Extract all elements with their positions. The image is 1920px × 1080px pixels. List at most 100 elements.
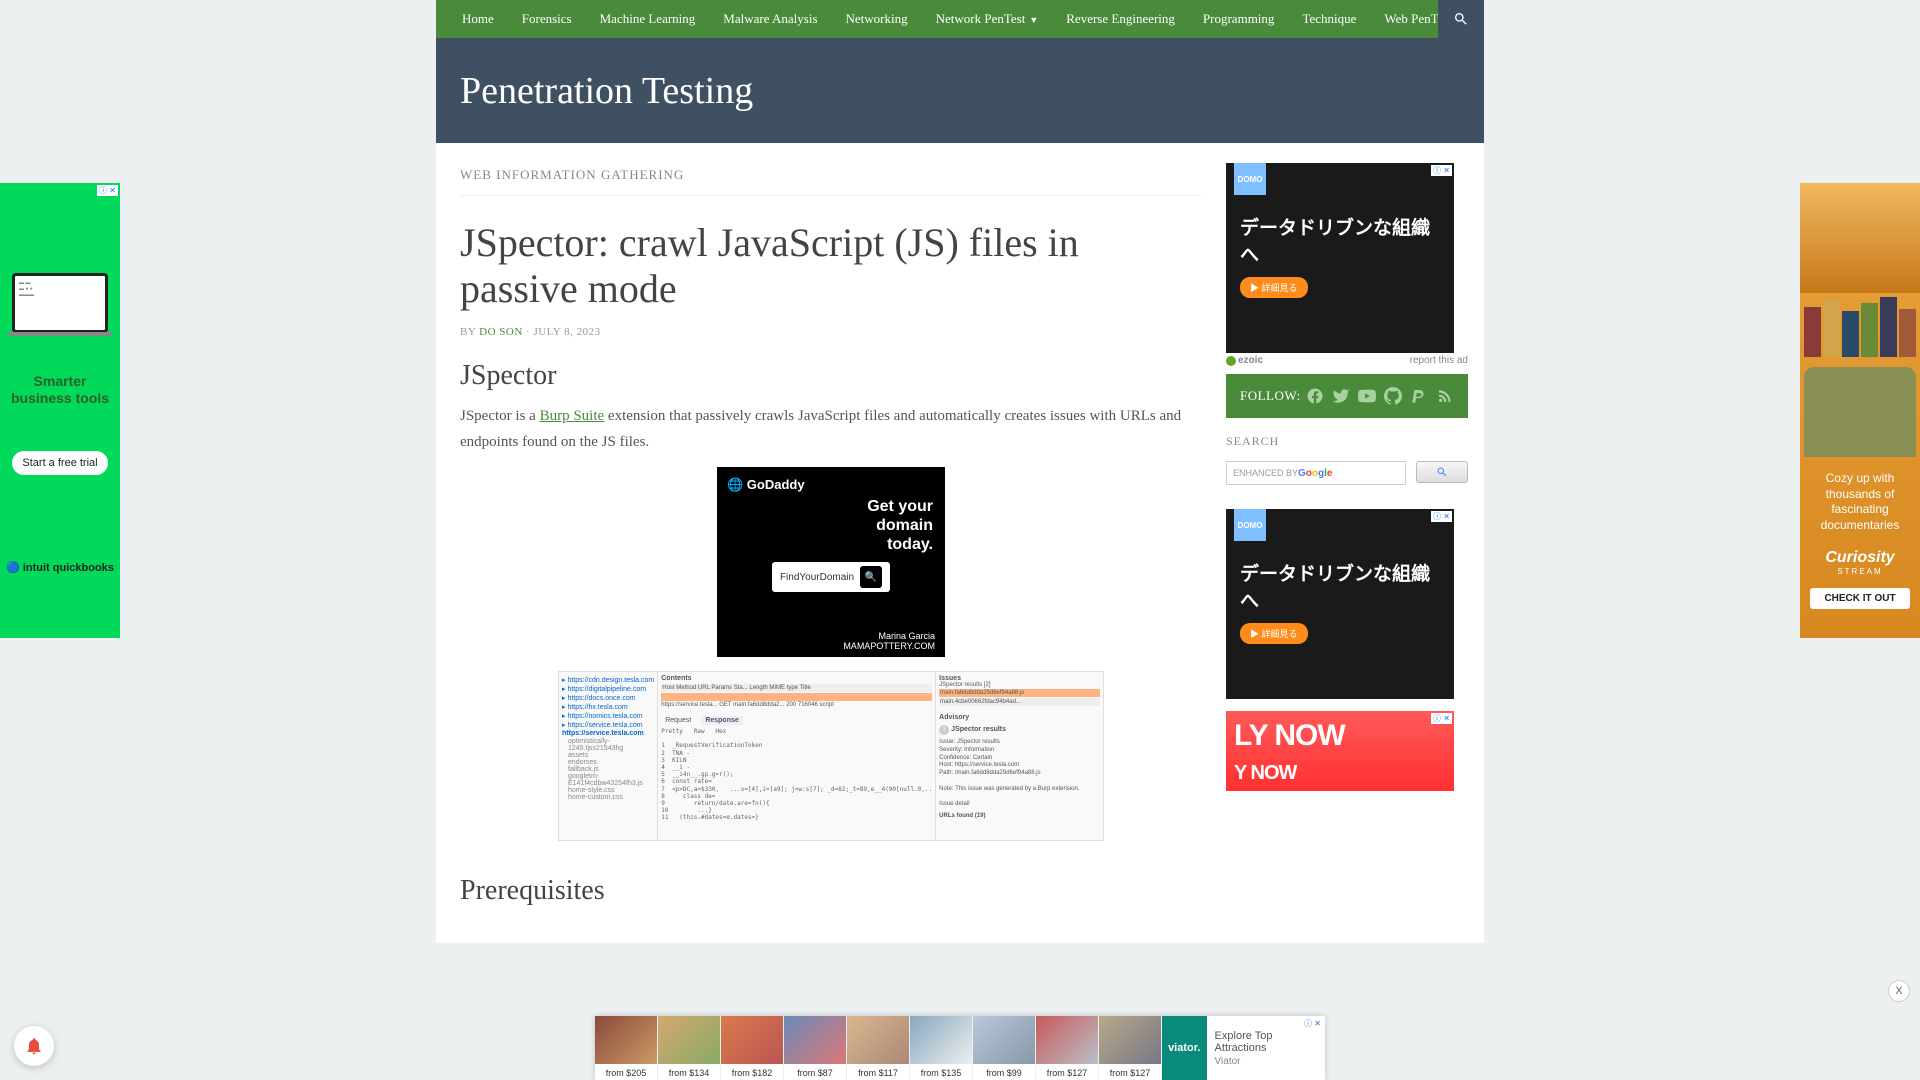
github-icon[interactable] (1384, 387, 1402, 405)
sidebar: ⓘ ✕ DOMO データドリブンな組織へ ▶ 詳細見る ezoic report… (1226, 143, 1484, 943)
adchoice-icon[interactable]: ⓘ ✕ (1431, 713, 1452, 724)
adchoice-icon[interactable]: ⓘ ✕ (1431, 165, 1452, 176)
report-ad-link[interactable]: report this ad (1410, 355, 1468, 366)
ad-godaddy-name: Marina GarciaMAMAPOTTERY.COM (843, 631, 935, 651)
article-screenshot: ▸ https://cdn.design.tesla.com▸ https://… (558, 671, 1104, 841)
ad-right-cta[interactable]: CHECK IT OUT (1810, 588, 1909, 609)
ad-thumb[interactable]: from $135 (910, 1016, 973, 1080)
site-header: Penetration Testing (436, 38, 1484, 143)
ad-godaddy-brand: 🌐 GoDaddy (727, 477, 805, 493)
ad-left-brand: 🔵 intuit quickbooks (0, 561, 120, 574)
nav-item-machine-learning[interactable]: Machine Learning (586, 1, 710, 37)
nav-item-forensics[interactable]: Forensics (508, 1, 586, 37)
ad-thumb-price: from $127 (1036, 1066, 1098, 1080)
article-date: JULY 8, 2023 (533, 326, 600, 338)
nav-item-malware-analysis[interactable]: Malware Analysis (709, 1, 831, 37)
ad-shelf-image (1800, 183, 1920, 293)
ad-thumb[interactable]: from $127 (1036, 1016, 1099, 1080)
ad-bottom-bar[interactable]: from $205from $134from $182from $87from … (595, 1016, 1325, 1080)
close-ad-button[interactable]: X (1888, 980, 1910, 1002)
ad-right-brand: Curiosity (1800, 549, 1920, 567)
ad-left-cta[interactable]: Start a free trial (12, 451, 107, 475)
ad-thumb[interactable]: from $182 (721, 1016, 784, 1080)
ad-domo-logo: DOMO (1234, 163, 1266, 195)
ad-thumb-price: from $182 (721, 1066, 783, 1080)
chevron-down-icon: ▼ (1029, 15, 1038, 25)
ad-thumb-image (721, 1016, 783, 1064)
ad-thumb-price: from $117 (847, 1066, 909, 1080)
nav-item-home[interactable]: Home (448, 1, 508, 37)
ad-right-sub: STREAM (1800, 567, 1920, 576)
section-heading-prereq: Prerequisites (460, 875, 1202, 907)
ad-thumb[interactable]: from $99 (973, 1016, 1036, 1080)
ad-thumb-image (973, 1016, 1035, 1064)
ad-thumb[interactable]: from $87 (784, 1016, 847, 1080)
ad-bottom-brand: Viator (1215, 1056, 1317, 1067)
twitter-icon[interactable] (1332, 387, 1350, 405)
ad-books-image (1800, 293, 1920, 363)
ad-thumb[interactable]: from $205 (595, 1016, 658, 1080)
ad-thumb[interactable]: from $134 (658, 1016, 721, 1080)
ad-viator-logo: viator. (1162, 1016, 1207, 1080)
ad-domo-2[interactable]: ⓘ ✕ DOMO データドリブンな組織へ ▶ 詳細見る (1226, 509, 1454, 699)
ad-thumb-price: from $127 (1099, 1066, 1161, 1080)
ad-thumb-price: from $99 (973, 1066, 1035, 1080)
follow-bar: FOLLOW: (1226, 374, 1468, 418)
ad-thumb[interactable]: from $117 (847, 1016, 910, 1080)
article-title: JSpector: crawl JavaScript (JS) files in… (460, 220, 1202, 312)
ad-thumb-image (1036, 1016, 1098, 1064)
rss-icon[interactable] (1436, 387, 1454, 405)
nav-item-reverse-engineering[interactable]: Reverse Engineering (1052, 1, 1189, 37)
nav-item-network-pentest[interactable]: Network PenTest▼ (922, 1, 1053, 37)
nav-item-programming[interactable]: Programming (1189, 1, 1289, 37)
navbar-search-button[interactable] (1438, 0, 1484, 38)
ad-laptop-image: ▬ ▬▬ ● ●▬▬▬ (12, 273, 108, 333)
ad-thumb-price: from $205 (595, 1066, 657, 1080)
ad-red[interactable]: ⓘ ✕ LY NOWY NOW (1226, 711, 1454, 791)
search-input[interactable]: ENHANCED BY Google (1226, 461, 1406, 485)
search-header: SEARCH (1226, 434, 1468, 449)
bell-icon (24, 1036, 44, 1056)
adchoice-icon[interactable]: ⓘ ✕ (1302, 1018, 1323, 1029)
search-icon: 🔍 (860, 566, 882, 588)
notification-bell-button[interactable] (14, 1026, 54, 1066)
adchoice-icon[interactable]: ⓘ ✕ (1431, 511, 1452, 522)
ad-thumb-price: from $87 (784, 1066, 846, 1080)
ad-couch-image (1804, 367, 1916, 457)
author-link[interactable]: DO SON (479, 326, 523, 338)
site-title[interactable]: Penetration Testing (460, 69, 753, 113)
ad-bottom-title: Explore Top Attractions (1215, 1030, 1317, 1054)
ad-godaddy[interactable]: 🌐 GoDaddy Get your domain today. FindYou… (717, 467, 945, 657)
ad-thumb[interactable]: from $127 (1099, 1016, 1162, 1080)
ad-thumb-price: from $134 (658, 1066, 720, 1080)
youtube-icon[interactable] (1358, 387, 1376, 405)
nav-item-networking[interactable]: Networking (832, 1, 922, 37)
search-section: SEARCH ENHANCED BY Google (1226, 418, 1468, 501)
ad-domo-cta[interactable]: ▶ 詳細見る (1240, 277, 1308, 298)
ad-sidebar-left[interactable]: ⓘ ✕ ▬ ▬▬ ● ●▬▬▬ Smarterbusiness tools St… (0, 183, 120, 638)
main-navbar: HomeForensicsMachine LearningMalware Ana… (436, 0, 1484, 38)
ad-godaddy-headline: Get your domain today. (833, 497, 933, 555)
ad-thumb-image (1099, 1016, 1161, 1064)
ad-thumb-image (847, 1016, 909, 1064)
ad-right-text: Cozy up with thousands of fascinating do… (1800, 461, 1920, 543)
adchoice-icon[interactable]: ⓘ ✕ (97, 185, 118, 196)
ad-domo-cta[interactable]: ▶ 詳細見る (1240, 623, 1308, 644)
ad-thumb-price: from $135 (910, 1066, 972, 1080)
ad-left-tagline: Smarterbusiness tools (0, 373, 120, 407)
search-button[interactable] (1416, 461, 1468, 483)
ad-domo-logo: DOMO (1234, 509, 1266, 541)
nav-item-technique[interactable]: Technique (1288, 1, 1370, 37)
ad-domo-text: データドリブンな組織へ (1226, 203, 1454, 277)
burp-suite-link[interactable]: Burp Suite (540, 408, 605, 424)
ezoic-label: ezoic report this ad (1226, 353, 1468, 368)
ad-red-text: LY NOWY NOW (1226, 711, 1454, 795)
ad-thumb-image (595, 1016, 657, 1064)
article-content: WEB INFORMATION GATHERING JSpector: craw… (436, 143, 1226, 943)
ad-domo-1[interactable]: ⓘ ✕ DOMO データドリブンな組織へ ▶ 詳細見る (1226, 163, 1454, 353)
ad-sidebar-right[interactable]: ⓘ ✕ Cozy up with thousands of fascinatin… (1800, 183, 1920, 638)
paypal-icon[interactable] (1410, 387, 1428, 405)
facebook-icon[interactable] (1306, 387, 1324, 405)
ad-godaddy-search: FindYourDomain 🔍 (772, 562, 890, 592)
category-link[interactable]: WEB INFORMATION GATHERING (460, 167, 1202, 196)
